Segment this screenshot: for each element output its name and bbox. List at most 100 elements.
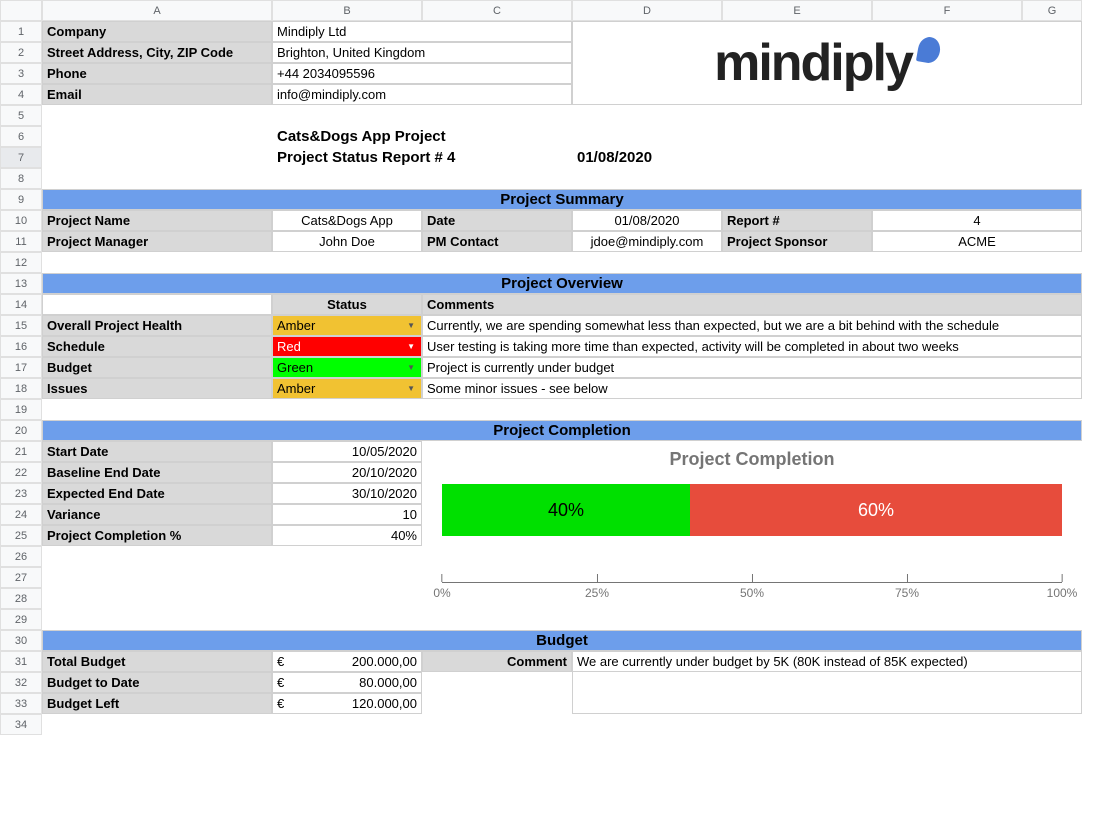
budget-comment[interactable]: Project is currently under budget	[422, 357, 1082, 378]
budget-comment-label[interactable]: Comment	[422, 651, 572, 672]
row-header[interactable]: 13	[0, 273, 42, 294]
budget-header[interactable]: Budget	[42, 630, 1082, 651]
pm-contact-value[interactable]: jdoe@mindiply.com	[572, 231, 722, 252]
empty-cell[interactable]	[572, 126, 1082, 147]
date-value[interactable]: 01/08/2020	[572, 210, 722, 231]
col-header-B[interactable]: B	[272, 0, 422, 21]
empty-cell[interactable]	[422, 672, 572, 693]
col-header-D[interactable]: D	[572, 0, 722, 21]
row-header[interactable]: 18	[0, 378, 42, 399]
sponsor-value[interactable]: ACME	[872, 231, 1082, 252]
empty-cell[interactable]	[722, 147, 1082, 168]
empty-cell[interactable]	[572, 693, 1082, 714]
email-value[interactable]: info@mindiply.com	[272, 84, 572, 105]
pm-label[interactable]: Project Manager	[42, 231, 272, 252]
row-header[interactable]: 12	[0, 252, 42, 273]
start-date-value[interactable]: 10/05/2020	[272, 441, 422, 462]
project-completion-header[interactable]: Project Completion	[42, 420, 1082, 441]
issues-comment[interactable]: Some minor issues - see below	[422, 378, 1082, 399]
row-header[interactable]: 20	[0, 420, 42, 441]
row-header[interactable]: 28	[0, 588, 42, 609]
report-num-value[interactable]: 4	[872, 210, 1082, 231]
empty-cell[interactable]	[42, 567, 422, 588]
baseline-end-label[interactable]: Baseline End Date	[42, 462, 272, 483]
col-header-G[interactable]: G	[1022, 0, 1082, 21]
row-header[interactable]: 21	[0, 441, 42, 462]
expected-end-value[interactable]: 30/10/2020	[272, 483, 422, 504]
row-header[interactable]: 16	[0, 336, 42, 357]
variance-value[interactable]: 10	[272, 504, 422, 525]
empty-cell[interactable]	[42, 609, 422, 630]
empty-cell[interactable]	[422, 693, 572, 714]
col-header-C[interactable]: C	[422, 0, 572, 21]
row-header[interactable]: 29	[0, 609, 42, 630]
start-date-label[interactable]: Start Date	[42, 441, 272, 462]
phone-value[interactable]: +44 2034095596	[272, 63, 572, 84]
budget-todate-value[interactable]: €80.000,00	[272, 672, 422, 693]
empty-cell[interactable]	[42, 294, 272, 315]
row-header[interactable]: 30	[0, 630, 42, 651]
row-header[interactable]: 7	[0, 147, 42, 168]
baseline-end-value[interactable]: 20/10/2020	[272, 462, 422, 483]
empty-cell[interactable]	[42, 714, 1082, 735]
budget-left-value[interactable]: €120.000,00	[272, 693, 422, 714]
phone-label[interactable]: Phone	[42, 63, 272, 84]
col-header-E[interactable]: E	[722, 0, 872, 21]
project-summary-header[interactable]: Project Summary	[42, 189, 1082, 210]
row-header[interactable]: 25	[0, 525, 42, 546]
issues-label[interactable]: Issues	[42, 378, 272, 399]
company-value[interactable]: Mindiply Ltd	[272, 21, 572, 42]
col-header-A[interactable]: A	[42, 0, 272, 21]
variance-label[interactable]: Variance	[42, 504, 272, 525]
budget-status-dropdown[interactable]: Green	[272, 357, 422, 378]
row-header[interactable]: 6	[0, 126, 42, 147]
project-name-value[interactable]: Cats&Dogs App	[272, 210, 422, 231]
empty-cell[interactable]	[572, 672, 1082, 693]
empty-cell[interactable]	[42, 399, 1082, 420]
comments-col-header[interactable]: Comments	[422, 294, 1082, 315]
empty-cell[interactable]	[42, 147, 272, 168]
row-header[interactable]: 2	[0, 42, 42, 63]
row-header[interactable]: 19	[0, 399, 42, 420]
schedule-label[interactable]: Schedule	[42, 336, 272, 357]
row-header[interactable]: 34	[0, 714, 42, 735]
report-num-label[interactable]: Report #	[722, 210, 872, 231]
empty-cell[interactable]	[42, 252, 1082, 273]
row-header[interactable]: 14	[0, 294, 42, 315]
row-header[interactable]: 10	[0, 210, 42, 231]
row-header[interactable]: 22	[0, 462, 42, 483]
overall-health-label[interactable]: Overall Project Health	[42, 315, 272, 336]
empty-cell[interactable]	[42, 168, 1082, 189]
row-header[interactable]: 4	[0, 84, 42, 105]
budget-comment-value[interactable]: We are currently under budget by 5K (80K…	[572, 651, 1082, 672]
issues-status-dropdown[interactable]: Amber	[272, 378, 422, 399]
pm-value[interactable]: John Doe	[272, 231, 422, 252]
row-header[interactable]: 26	[0, 546, 42, 567]
pm-contact-label[interactable]: PM Contact	[422, 231, 572, 252]
budget-todate-label[interactable]: Budget to Date	[42, 672, 272, 693]
date-label[interactable]: Date	[422, 210, 572, 231]
row-header[interactable]: 15	[0, 315, 42, 336]
row-header[interactable]: 33	[0, 693, 42, 714]
row-header[interactable]: 24	[0, 504, 42, 525]
budget-left-label[interactable]: Budget Left	[42, 693, 272, 714]
row-header[interactable]: 9	[0, 189, 42, 210]
row-header[interactable]: 17	[0, 357, 42, 378]
row-header[interactable]: 23	[0, 483, 42, 504]
empty-cell[interactable]	[42, 546, 422, 567]
empty-cell[interactable]	[42, 126, 272, 147]
row-header[interactable]: 8	[0, 168, 42, 189]
status-col-header[interactable]: Status	[272, 294, 422, 315]
empty-cell[interactable]	[42, 588, 422, 609]
row-header[interactable]: 32	[0, 672, 42, 693]
row-header[interactable]: 31	[0, 651, 42, 672]
corner-cell[interactable]	[0, 0, 42, 21]
overall-health-comment[interactable]: Currently, we are spending somewhat less…	[422, 315, 1082, 336]
completion-pct-label[interactable]: Project Completion %	[42, 525, 272, 546]
report-date[interactable]: 01/08/2020	[572, 147, 722, 168]
project-overview-header[interactable]: Project Overview	[42, 273, 1082, 294]
email-label[interactable]: Email	[42, 84, 272, 105]
sponsor-label[interactable]: Project Sponsor	[722, 231, 872, 252]
empty-cell[interactable]	[42, 105, 1082, 126]
row-header[interactable]: 1	[0, 21, 42, 42]
